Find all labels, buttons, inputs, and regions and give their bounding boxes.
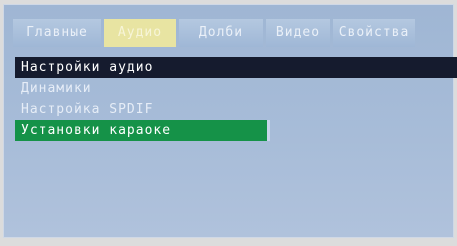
audio-settings-menu: Настройки аудио Динамики Настройка SPDIF… [15,57,457,141]
tab-properties[interactable]: Свойства [333,19,415,47]
tab-bar: Главные Аудио Долби Видео Свойства [13,19,454,47]
menu-item-spdif-setup[interactable]: Настройка SPDIF [15,99,457,120]
menu-item-karaoke-setup[interactable]: Установки караоке [15,120,270,141]
menu-header-audio-settings: Настройки аудио [15,57,457,78]
setup-menu-panel: Главные Аудио Долби Видео Свойства Настр… [3,4,457,238]
tab-dolby[interactable]: Долби [179,19,263,47]
tab-general[interactable]: Главные [13,19,101,47]
tab-video[interactable]: Видео [266,19,330,47]
tv-screen: Главные Аудио Долби Видео Свойства Настр… [0,0,457,246]
tab-audio[interactable]: Аудио [104,19,176,47]
menu-item-speakers[interactable]: Динамики [15,78,457,99]
